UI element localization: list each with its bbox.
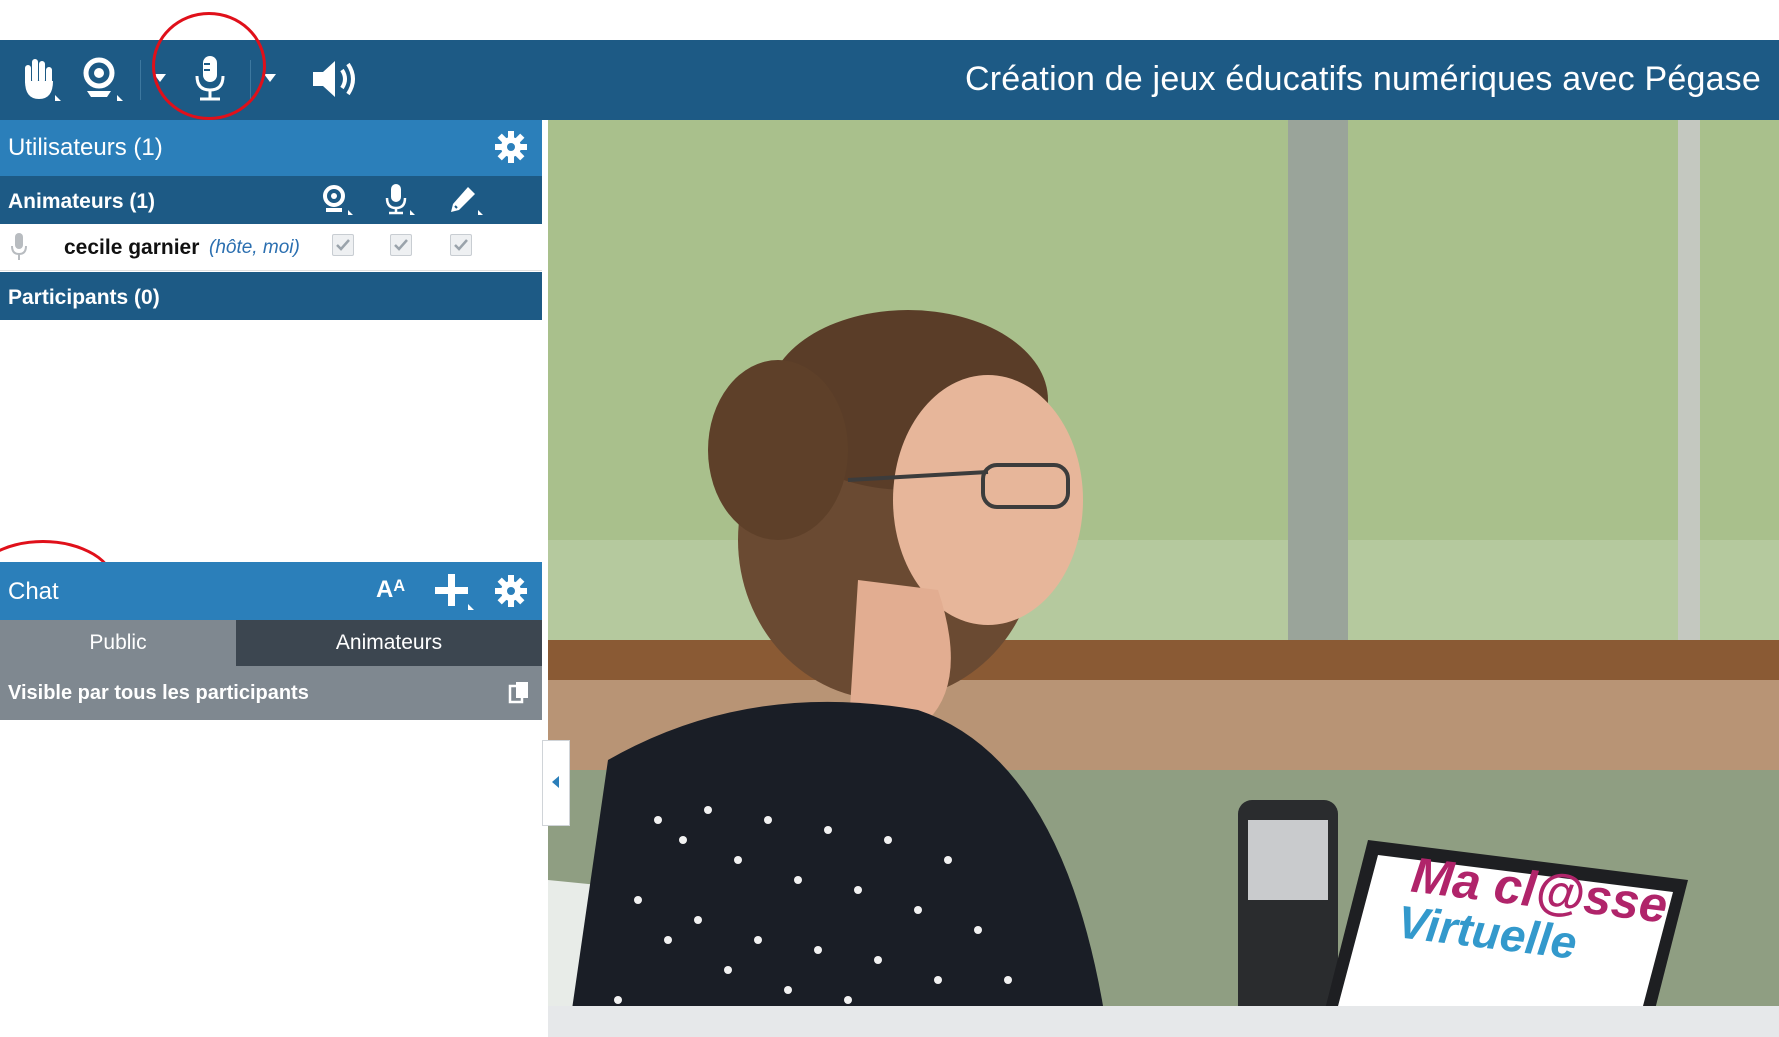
animators-subheader[interactable]: Animateurs (1) [0,176,542,224]
chat-visibility-bar: Visible par tous les participants [0,666,542,720]
participants-label: Participants (0) [8,286,160,309]
microphone-dropdown-caret[interactable] [264,74,276,82]
chat-visibility-label: Visible par tous les participants [8,682,309,704]
participants-subheader[interactable]: Participants (0) [0,272,542,320]
add-icon[interactable] [434,572,476,619]
presentation-image: Ma cl@sse Virtuelle [548,120,1779,1037]
user-microphone-icon [10,232,28,267]
font-size-button[interactable]: Aᴬ [376,576,405,604]
user-row[interactable]: cecile garnier (hôte, moi) [0,224,542,271]
speaker-icon[interactable] [308,54,364,104]
microphone-column-icon [382,182,416,222]
tab-animateurs[interactable]: Animateurs [236,620,542,666]
chevron-left-icon [550,775,560,794]
chat-panel-header[interactable]: Chat Aᴬ [0,562,542,620]
pencil-checkbox[interactable] [450,234,472,256]
tab-public[interactable]: Public [0,620,236,666]
raise-hand-icon[interactable] [14,54,64,104]
panel-collapse-handle[interactable] [542,740,570,826]
microphone-checkbox[interactable] [390,234,412,256]
session-title: Création de jeux éducatifs numériques av… [964,60,1761,98]
chat-panel-title: Chat [8,578,59,605]
webcam-column-icon [320,184,354,222]
webcam-checkbox[interactable] [332,234,354,256]
users-panel-title: Utilisateurs (1) [8,134,163,161]
user-name: cecile garnier [64,236,200,259]
chat-gear-icon[interactable] [494,574,528,615]
copy-icon[interactable] [508,680,530,712]
gear-icon[interactable] [494,130,528,171]
user-role: (hôte, moi) [209,237,300,258]
users-panel-header[interactable]: Utilisateurs (1) [0,120,542,176]
animators-label: Animateurs (1) [8,190,156,213]
top-toolbar: Création de jeux éducatifs numériques av… [0,40,1779,120]
annotation-circle-microphone [152,12,266,120]
toolbar-divider [140,60,141,100]
webcam-icon[interactable] [76,54,126,104]
pencil-column-icon [448,184,484,222]
